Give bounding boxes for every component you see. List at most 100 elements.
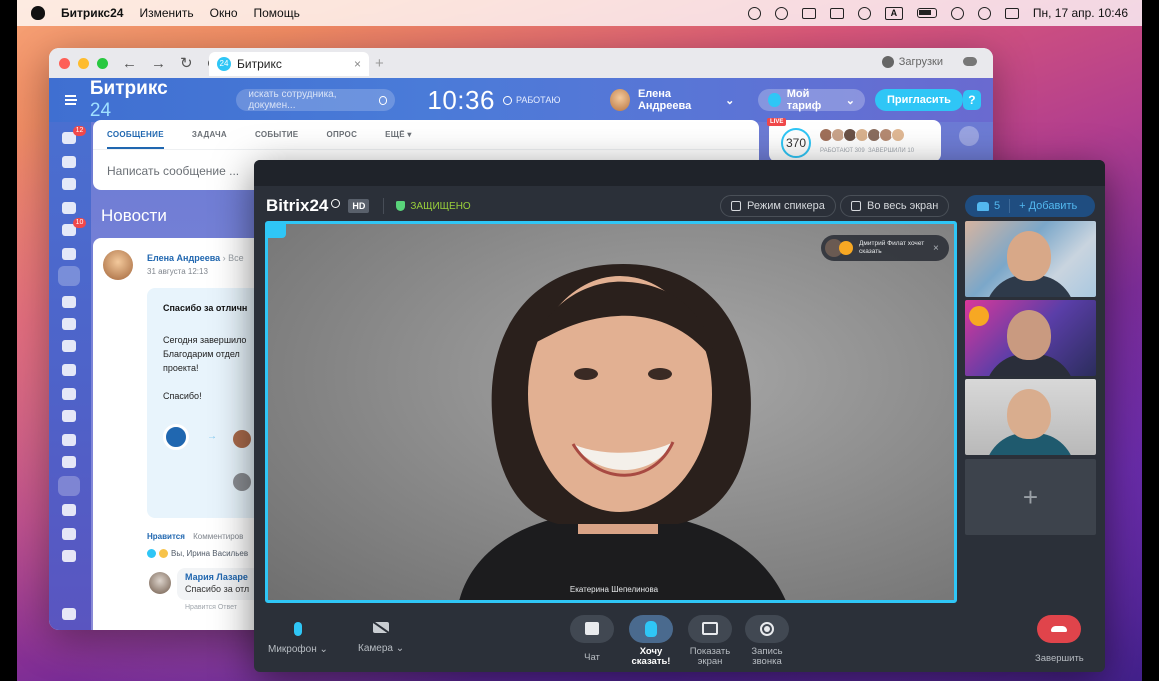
close-icon[interactable]: × bbox=[933, 243, 939, 254]
rail-help-icon[interactable] bbox=[62, 608, 76, 620]
avatar[interactable] bbox=[103, 250, 133, 280]
plan-button[interactable]: Мой тариф ⌄ bbox=[758, 88, 866, 112]
work-status-button[interactable]: РАБОТАЮ bbox=[502, 95, 561, 105]
screen-share-button[interactable]: Показать экран bbox=[687, 615, 733, 667]
search-icon[interactable] bbox=[378, 95, 388, 105]
battery-icon[interactable] bbox=[916, 8, 937, 18]
rail-shop-icon[interactable] bbox=[62, 202, 76, 214]
participant-thumbnail[interactable] bbox=[965, 300, 1096, 376]
tab-poll[interactable]: ОПРОС bbox=[326, 130, 357, 149]
back-arrow-icon[interactable]: ← bbox=[122, 55, 137, 72]
tab-task[interactable]: ЗАДАЧА bbox=[192, 130, 227, 149]
status-icon[interactable] bbox=[747, 6, 761, 20]
raise-hand-button[interactable]: Хочу сказать! bbox=[629, 615, 673, 667]
reactions[interactable]: Вы, Ирина Васильев bbox=[147, 549, 248, 558]
user-menu[interactable]: Елена Андреева ⌄ bbox=[610, 88, 734, 112]
secure-indicator: ЗАЩИЩЕНО bbox=[396, 201, 471, 212]
camera-off-icon bbox=[373, 622, 390, 633]
rail-home-icon[interactable] bbox=[62, 156, 76, 168]
portal-logo[interactable]: Битрикс 24 bbox=[90, 78, 185, 122]
notifications-bell-icon[interactable] bbox=[959, 126, 979, 146]
help-button[interactable]: ? bbox=[962, 90, 981, 110]
menu-bar: Битрикс24 Изменить Окно Помощь A Пн, 17 … bbox=[17, 0, 1142, 26]
tab-event[interactable]: СОБЫТИЕ bbox=[255, 130, 298, 149]
tab-bitrix[interactable]: 24 Битрикс × bbox=[209, 52, 369, 76]
rail-market-icon[interactable] bbox=[62, 504, 76, 516]
reload-icon[interactable]: ↻ bbox=[180, 54, 193, 72]
rail-feed-icon[interactable] bbox=[58, 266, 80, 286]
spotlight-search-icon[interactable] bbox=[977, 6, 991, 20]
rail-box-icon[interactable] bbox=[58, 476, 80, 496]
forward-arrow-icon[interactable]: → bbox=[151, 55, 166, 72]
zoom-window-button[interactable] bbox=[97, 57, 108, 69]
raise-hand-pill bbox=[629, 615, 673, 643]
tab-message[interactable]: СООБЩЕНИЕ bbox=[107, 130, 164, 149]
main-speaker-video[interactable]: Дмитрий Филат хочет сказать × Екатерина … bbox=[265, 221, 957, 603]
participant-thumbnail[interactable] bbox=[965, 221, 1096, 297]
record-button[interactable]: Запись звонка bbox=[745, 615, 789, 667]
display-icon[interactable] bbox=[801, 7, 816, 19]
minimize-window-button[interactable] bbox=[78, 57, 89, 69]
tab-more[interactable]: ЕЩЁ ▾ bbox=[385, 130, 412, 149]
participants-button[interactable]: 5 bbox=[977, 200, 1000, 212]
finished-count: ЗАВЕРШИЛИ 10 bbox=[868, 148, 915, 154]
downloads-button[interactable]: Загрузки bbox=[881, 56, 943, 68]
rail-sites-icon[interactable] bbox=[62, 248, 76, 260]
bluetooth-icon[interactable] bbox=[857, 6, 871, 20]
hangup-button[interactable]: Завершить bbox=[1035, 615, 1084, 664]
chat-button[interactable]: Чат bbox=[570, 615, 614, 663]
menu-item-edit[interactable]: Изменить bbox=[139, 6, 193, 20]
menu-item-window[interactable]: Окно bbox=[210, 6, 238, 20]
rail-chat-icon[interactable] bbox=[62, 296, 76, 308]
users-icon bbox=[977, 201, 989, 211]
rail-contacts-icon[interactable] bbox=[62, 434, 76, 446]
post-date: 31 августа 12:13 bbox=[147, 267, 208, 276]
speaker-icon bbox=[731, 201, 741, 211]
live-online-widget[interactable]: LIVE 370 РАБОТАЮТ 309 ЗАВЕРШИЛИ 10 bbox=[767, 118, 941, 162]
new-tab-button[interactable]: + bbox=[375, 55, 384, 72]
camera-button[interactable]: Камера ⌄ bbox=[358, 622, 404, 654]
memory-icon[interactable] bbox=[829, 7, 844, 19]
menu-datetime[interactable]: Пн, 17 апр. 10:46 bbox=[1033, 6, 1128, 20]
rail-inventory-icon[interactable] bbox=[62, 456, 76, 468]
control-center-icon[interactable] bbox=[1004, 7, 1019, 19]
wifi-icon[interactable] bbox=[950, 6, 964, 20]
rail-drive-icon[interactable] bbox=[62, 364, 76, 376]
add-participant-tile[interactable]: + bbox=[965, 459, 1096, 535]
menu-item-help[interactable]: Помощь bbox=[254, 6, 300, 20]
speaker-name: Екатерина Шепелинова bbox=[569, 585, 659, 594]
bitrix-tray-icon[interactable] bbox=[774, 6, 788, 20]
rail-documents-icon[interactable] bbox=[62, 340, 76, 352]
menu-app-name[interactable]: Битрикс24 bbox=[61, 6, 123, 20]
close-window-button[interactable] bbox=[59, 57, 70, 69]
apple-icon[interactable] bbox=[31, 6, 45, 20]
rail-developer-icon[interactable] bbox=[62, 528, 76, 540]
call-logo: Bitrix24 bbox=[266, 196, 341, 216]
chat-button-pill bbox=[570, 615, 614, 643]
comment-meta[interactable]: Нравится Ответ bbox=[185, 604, 237, 611]
add-participant-button[interactable]: + Добавить bbox=[1019, 200, 1077, 212]
rail-calendar-icon[interactable] bbox=[62, 318, 76, 330]
rail-crm-icon[interactable] bbox=[62, 178, 76, 190]
close-tab-icon[interactable]: × bbox=[354, 57, 361, 71]
fullscreen-button[interactable]: Во весь экран bbox=[840, 195, 950, 217]
speaker-mode-button[interactable]: Режим спикера bbox=[720, 195, 836, 217]
participant-thumbnail[interactable] bbox=[965, 379, 1096, 455]
rail-mail-icon[interactable] bbox=[62, 388, 76, 400]
comment-button[interactable]: Комментиров bbox=[193, 532, 243, 541]
avatar[interactable] bbox=[149, 572, 171, 594]
microphone-button[interactable]: Микрофон ⌄ bbox=[268, 622, 328, 655]
menu-burger-icon[interactable] bbox=[65, 95, 77, 105]
search-input[interactable]: искать сотрудника, докумен... bbox=[236, 89, 396, 111]
keyboard-layout-icon[interactable]: A bbox=[884, 6, 903, 20]
cloud-icon[interactable] bbox=[963, 57, 977, 66]
post-author[interactable]: Елена Андреева › Все bbox=[147, 253, 244, 263]
like-button[interactable]: Нравится bbox=[147, 532, 185, 541]
rail-employees-icon[interactable] bbox=[62, 410, 76, 422]
online-meta: РАБОТАЮТ 309 ЗАВЕРШИЛИ 10 bbox=[820, 148, 914, 154]
work-status-label: РАБОТАЮ bbox=[515, 95, 561, 105]
rail-more-icon[interactable] bbox=[62, 550, 76, 562]
invite-button[interactable]: Пригласить bbox=[875, 89, 963, 111]
hangup-label: Завершить bbox=[1035, 653, 1084, 664]
call-title-bar[interactable] bbox=[254, 160, 1105, 186]
